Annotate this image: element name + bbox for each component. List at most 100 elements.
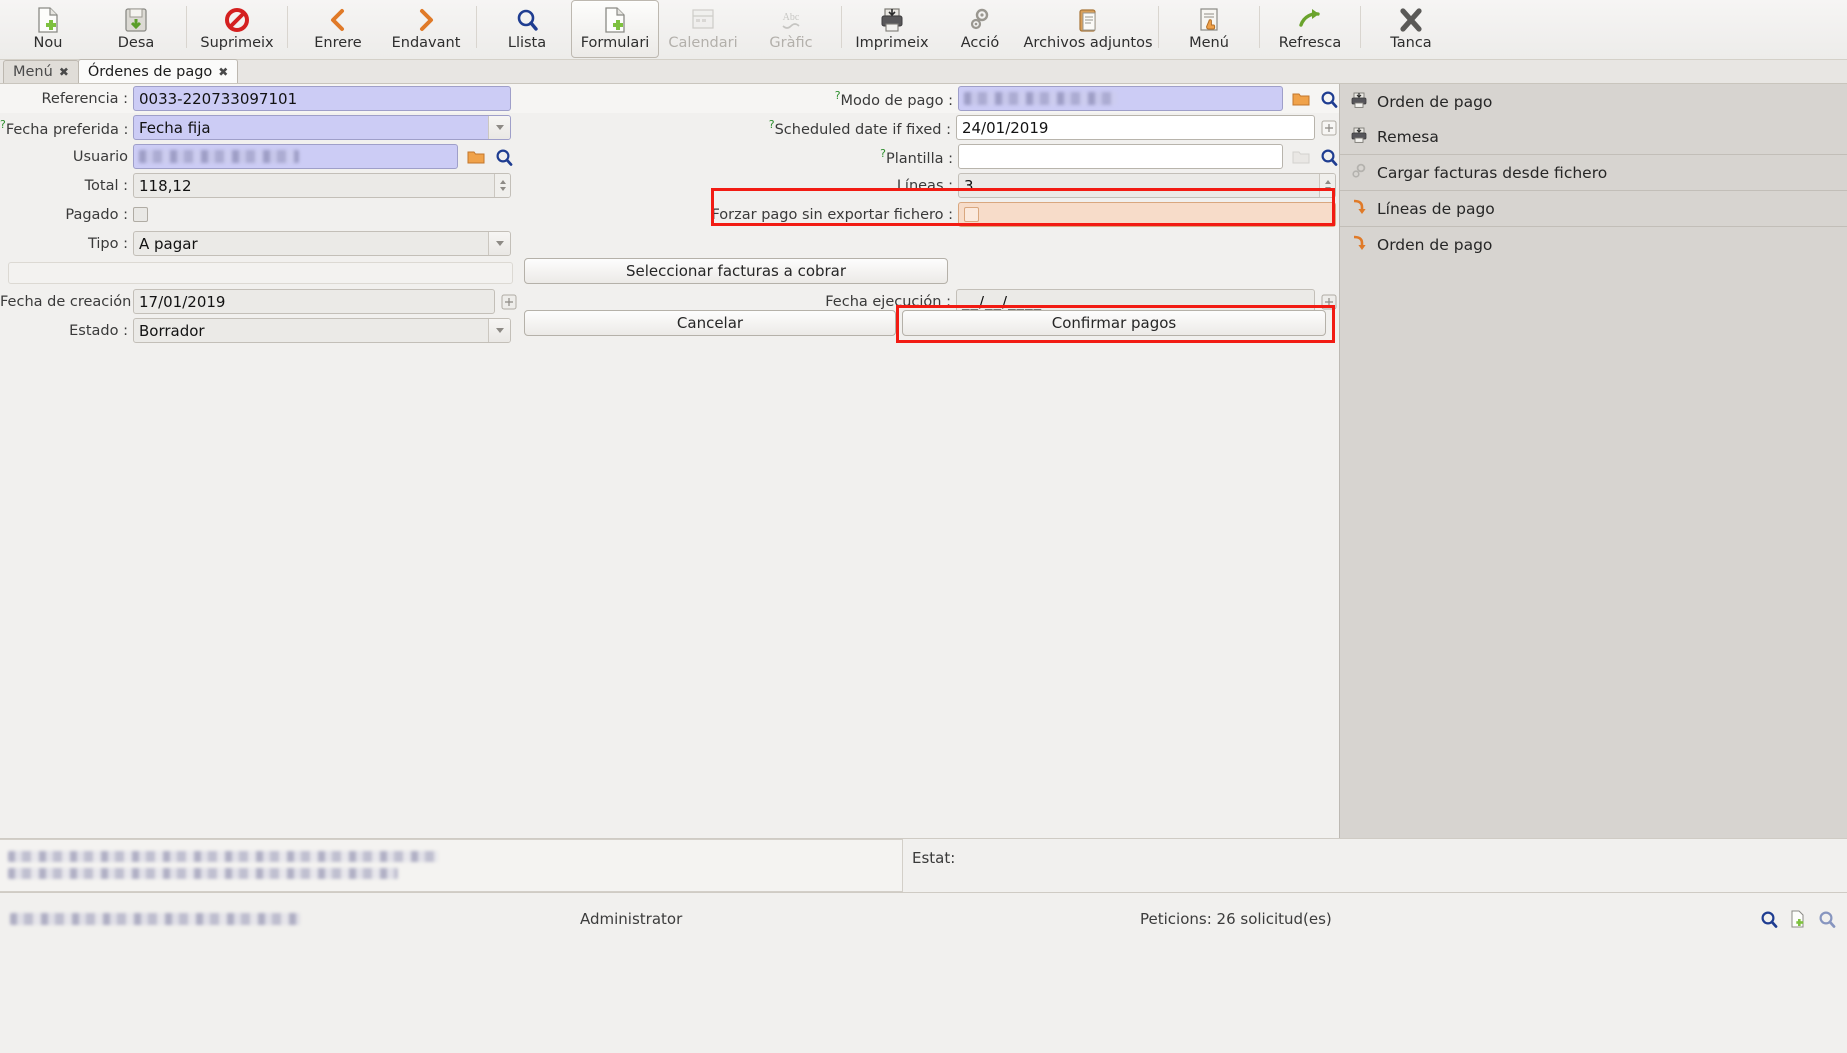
input-total[interactable]: 118,12 [133, 173, 511, 198]
toolbar-button-refresca[interactable]: Refresca [1266, 0, 1354, 58]
toolbar-button-grafic[interactable]: Abc Gràfic [747, 0, 835, 58]
toolbar-separator [1259, 6, 1260, 48]
estat-row: Estat: [903, 843, 1847, 873]
sidebar-item-lineas-de-pago[interactable]: Líneas de pago [1340, 191, 1847, 226]
toolbar-button-calendari[interactable]: Calendari [659, 0, 747, 58]
back-chevron-icon [321, 5, 355, 35]
combo-fecha-preferida-value: Fecha fija [139, 118, 211, 137]
toolbar-button-suprimeix[interactable]: Suprimeix [193, 0, 281, 58]
toolbar-button-archivos-adjuntos[interactable]: Archivos adjuntos [1023, 0, 1153, 58]
open-folder-icon[interactable] [1291, 147, 1311, 167]
field-row-fecha-creacion: Fecha de creación : 17/01/2019 [0, 287, 520, 316]
tab-bar: Menú ✖ Órdenes de pago ✖ [0, 59, 1847, 84]
orange-arrow-icon [1350, 234, 1368, 256]
field-row-total: Total : 118,12 [0, 171, 520, 200]
sidebar-item-label: Orden de pago [1377, 92, 1493, 111]
toolbar-label-archivos-adjuntos: Archivos adjuntos [1023, 35, 1153, 51]
toolbar-button-enrere[interactable]: Enrere [294, 0, 382, 58]
confirm-payments-button[interactable]: Confirmar pagos [902, 309, 1326, 336]
input-lineas[interactable]: 3 [958, 173, 1336, 198]
input-modo-de-pago[interactable] [958, 86, 1283, 111]
search-icon[interactable] [1319, 147, 1339, 167]
chevron-down-icon[interactable] [488, 116, 510, 139]
sidebar-item-label: Cargar facturas desde fichero [1377, 163, 1608, 182]
open-folder-icon[interactable] [466, 147, 486, 167]
label-scheduled-date: ?Scheduled date if fixed : [768, 117, 951, 138]
search-icon[interactable] [494, 147, 514, 167]
input-total-value: 118,12 [139, 176, 192, 195]
field-row-forzar-pago: Forzar pago sin exportar fichero : [700, 200, 1339, 229]
sidebar-item-label: Líneas de pago [1377, 199, 1495, 218]
tab-menu[interactable]: Menú ✖ [3, 60, 79, 83]
sidebar-item-orden-de-pago-print[interactable]: Orden de pago [1340, 84, 1847, 119]
sidebar-item-orden-de-pago-link[interactable]: Orden de pago [1340, 227, 1847, 262]
toolbar-button-tanca[interactable]: Tanca [1367, 0, 1455, 58]
checkbox-forzar-pago[interactable] [964, 207, 979, 222]
masked-value [139, 150, 299, 163]
sidebar-item-remesa[interactable]: Remesa [1340, 119, 1847, 154]
input-lineas-value: 3 [964, 176, 974, 195]
chart-abc-icon: Abc [774, 5, 808, 35]
chevron-down-icon[interactable] [488, 232, 510, 255]
toolbar-button-accio[interactable]: Acció [936, 0, 1024, 58]
toolbar-separator [1158, 6, 1159, 48]
printer-icon [1350, 126, 1368, 148]
refresh-arrow-icon [1293, 5, 1327, 35]
form-panel: Referencia : 0033-220733097101 ?Fecha pr… [0, 84, 1339, 838]
input-plantilla[interactable] [958, 144, 1283, 169]
close-icon[interactable]: ✖ [218, 65, 228, 79]
chevron-down-icon[interactable] [488, 319, 510, 342]
masked-log-line [8, 851, 438, 862]
calendar-picker-icon[interactable] [499, 292, 519, 312]
cancel-button[interactable]: Cancelar [524, 309, 896, 336]
sidebar-item-cargar-facturas-desde-fichero[interactable]: Cargar facturas desde fichero [1340, 155, 1847, 190]
spacer-field [8, 261, 513, 284]
label-referencia: Referencia : [41, 90, 128, 107]
input-scheduled-date[interactable]: 24/01/2019 [955, 115, 1316, 140]
field-row-spacer [0, 258, 520, 287]
select-invoices-button[interactable]: Seleccionar facturas a cobrar [524, 257, 948, 284]
input-fecha-creacion[interactable]: 17/01/2019 [133, 289, 495, 314]
combo-estado[interactable]: Borrador [133, 318, 511, 343]
field-row-lineas: Líneas : 3 [700, 171, 1339, 200]
checkbox-pagado[interactable] [133, 207, 148, 222]
calendar-picker-icon[interactable] [1319, 118, 1339, 138]
toolbar-button-menu[interactable]: Menú [1165, 0, 1253, 58]
spinner-total[interactable] [494, 174, 510, 197]
application-window: Nou Desa Suprimeix Enrere Endavant Llist… [0, 0, 1847, 1053]
advanced-search-icon[interactable] [1817, 909, 1837, 929]
search-icon[interactable] [1319, 89, 1339, 109]
label-lineas: Líneas : [896, 177, 953, 194]
toolbar-button-formulari[interactable]: Formulari [571, 0, 659, 58]
toolbar-label-endavant: Endavant [391, 35, 461, 51]
input-referencia[interactable]: 0033-220733097101 [133, 86, 511, 111]
combo-tipo[interactable]: A pagar [133, 231, 511, 256]
toolbar-button-nou[interactable]: Nou [4, 0, 92, 58]
toolbar-button-desa[interactable]: Desa [92, 0, 180, 58]
search-icon[interactable] [1759, 909, 1779, 929]
toolbar-button-llista[interactable]: Llista [483, 0, 571, 58]
right-action-sidebar: Orden de pago Remesa Cargar facturas des… [1339, 84, 1847, 838]
toolbar-label-imprimeix: Imprimeix [855, 35, 929, 51]
orange-arrow-icon [1350, 198, 1368, 220]
toolbar-button-endavant[interactable]: Endavant [382, 0, 470, 58]
form-document-icon [598, 5, 632, 35]
field-forzar-pago[interactable] [958, 202, 1336, 227]
field-row-pagado: Pagado : [0, 200, 520, 229]
combo-fecha-preferida[interactable]: Fecha fija [133, 115, 511, 140]
toolbar-separator [841, 6, 842, 48]
spinner-lineas[interactable] [1319, 174, 1335, 197]
close-icon[interactable]: ✖ [59, 65, 69, 79]
field-row-estado: Estado : Borrador [0, 316, 520, 345]
tab-ordenes-de-pago[interactable]: Órdenes de pago ✖ [77, 59, 239, 83]
save-disk-icon [119, 5, 153, 35]
new-search-icon[interactable] [1788, 909, 1808, 929]
field-row-tipo: Tipo : A pagar [0, 229, 520, 258]
toolbar-label-refresca: Refresca [1278, 35, 1342, 51]
status-requests: Peticions: 26 solicitud(es) [1140, 909, 1332, 928]
input-usuario[interactable] [133, 144, 458, 169]
toolbar-button-imprimeix[interactable]: Imprimeix [848, 0, 936, 58]
field-row-seleccionar-facturas: Seleccionar facturas a cobrar [524, 256, 948, 285]
open-folder-icon[interactable] [1291, 89, 1311, 109]
import-gear-icon [1350, 162, 1368, 184]
